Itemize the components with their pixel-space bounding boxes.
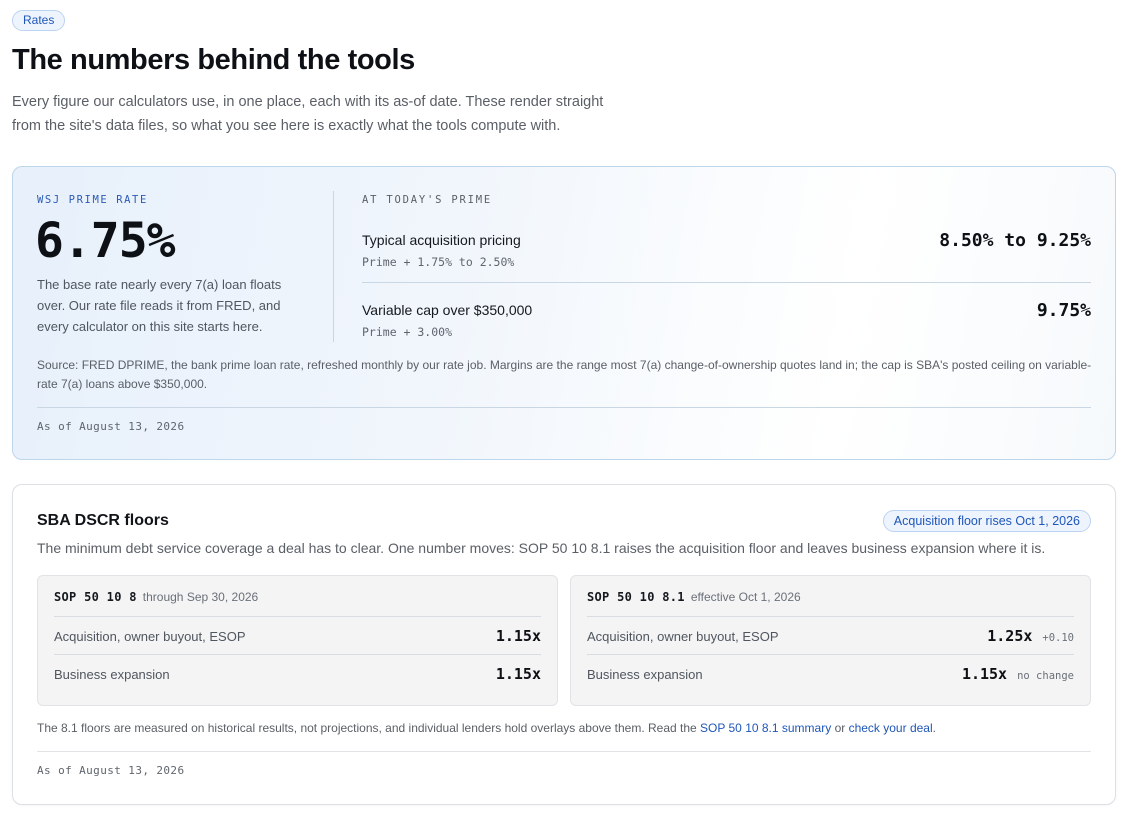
prime-divider: [333, 191, 334, 342]
dscr-footnote-text: or: [831, 721, 849, 735]
rate-row-name: Typical acquisition pricing: [362, 232, 521, 248]
sop-code: SOP 50 10 8.1: [587, 590, 685, 604]
prime-as-of-date: As of August 13, 2026: [37, 420, 185, 433]
prime-footer-divider: [37, 407, 1091, 408]
sop-code: SOP 50 10 8: [54, 590, 137, 604]
page-title: The numbers behind the tools: [12, 44, 415, 76]
sop-row-delta: no change: [1017, 670, 1074, 682]
check-deal-link[interactable]: check your deal: [849, 721, 933, 735]
dscr-footnote-text: The 8.1 floors are measured on historica…: [37, 721, 701, 735]
page-intro-line: Every figure our calculators use, in one…: [12, 94, 604, 110]
rate-row-margin: Prime + 3.00%: [362, 325, 453, 339]
dscr-title: SBA DSCR floors: [37, 512, 169, 529]
dscr-footer-divider: [37, 751, 1091, 752]
sop-row-value: 1.25x: [987, 627, 1033, 645]
sop-row-value: 1.15x: [961, 665, 1008, 683]
dscr-footnote-text: .: [932, 721, 936, 735]
sop-row-value: 1.15x: [495, 627, 541, 645]
prime-rate-label: WSJ PRIME RATE: [37, 194, 148, 206]
prime-rate-description: The base rate nearly every 7(a) loan flo…: [37, 277, 282, 334]
rate-row-value: 8.50% to 9.25%: [939, 230, 1091, 251]
sop-header: SOP 50 10 8.1 effective Oct 1, 2026: [587, 590, 801, 604]
sop-row-label: Business expansion: [54, 667, 170, 682]
todays-prime-label: AT TODAY'S PRIME: [362, 194, 492, 206]
sop-divider: [587, 654, 1074, 655]
sop-divider: [54, 654, 541, 655]
page-intro-line: from the site's data files, so what you …: [12, 118, 561, 134]
rate-row-margin: Prime + 1.75% to 2.50%: [362, 255, 515, 269]
sop-header: SOP 50 10 8 through Sep 30, 2026: [54, 590, 258, 604]
sop-summary-link[interactable]: SOP 50 10 8.1 summary: [700, 721, 831, 735]
rates-pill: Rates: [12, 10, 66, 31]
sop-50-10-8-panel: SOP 50 10 8 through Sep 30, 2026 Acquisit…: [37, 575, 558, 706]
sop-row-value: 1.15x: [495, 665, 541, 683]
sop-effective-period: effective Oct 1, 2026: [690, 590, 801, 604]
sop-effective-period: through Sep 30, 2026: [142, 590, 259, 604]
page-intro: Every figure our calculators use, in one…: [12, 90, 662, 138]
rate-row-divider: [362, 282, 1091, 283]
sop-row-label: Business expansion: [587, 667, 703, 682]
sop-divider: [54, 616, 541, 617]
dscr-floors-card: SBA DSCR floors Acquisition floor rises …: [12, 484, 1116, 805]
sop-divider: [587, 616, 1074, 617]
sop-row-label: Acquisition, owner buyout, ESOP: [587, 629, 779, 644]
rate-row-name: Variable cap over $350,000: [362, 302, 533, 318]
dscr-description: The minimum debt service coverage a deal…: [37, 540, 1046, 556]
dscr-footnote: The 8.1 floors are measured on historica…: [37, 721, 936, 735]
dscr-change-badge: Acquisition floor rises Oct 1, 2026: [882, 510, 1091, 532]
prime-rate-card: WSJ PRIME RATE 6.75% The base rate nearl…: [12, 166, 1116, 460]
rate-row-value: 9.75%: [1036, 300, 1091, 321]
sop-row-label: Acquisition, owner buyout, ESOP: [54, 629, 246, 644]
dscr-as-of-date: As of August 13, 2026: [37, 764, 185, 777]
prime-rate-value: 6.75%: [35, 213, 175, 269]
sop-50-10-8-1-panel: SOP 50 10 8.1 effective Oct 1, 2026 Acqui…: [570, 575, 1091, 706]
sop-row-delta: +0.10: [1042, 632, 1074, 644]
prime-source-note: Source: FRED DPRIME, the bank prime loan…: [37, 358, 1092, 391]
